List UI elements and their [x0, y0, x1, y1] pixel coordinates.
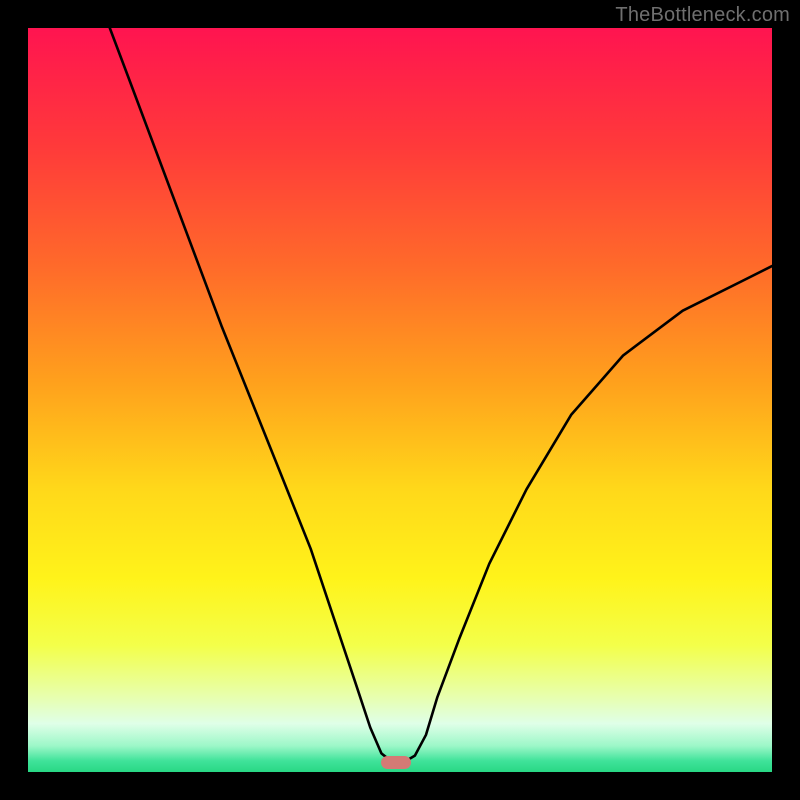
chart-frame: TheBottleneck.com	[0, 0, 800, 800]
plot-area	[28, 28, 772, 772]
watermark-text: TheBottleneck.com	[615, 4, 790, 27]
curve-layer	[28, 28, 772, 772]
optimal-range-pill	[381, 756, 411, 769]
bottleneck-curve	[110, 28, 772, 762]
